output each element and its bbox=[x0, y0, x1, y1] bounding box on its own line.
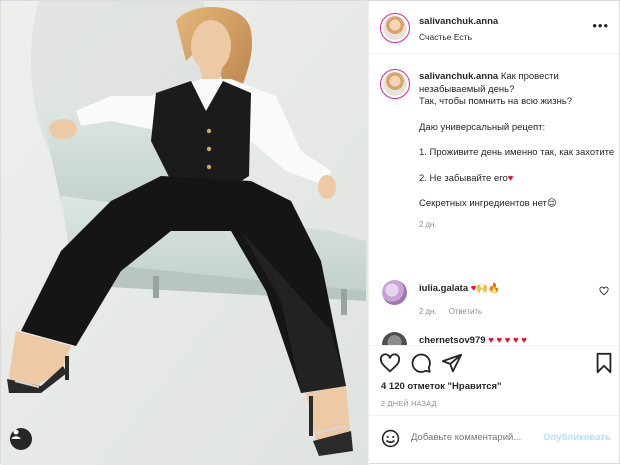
add-comment-bar: Опубликовать bbox=[369, 415, 620, 465]
post-date[interactable]: 2 ДНЕЙ НАЗАД bbox=[381, 399, 437, 408]
author-username[interactable]: salivanchuk.anna bbox=[419, 16, 498, 27]
share-icon[interactable] bbox=[441, 352, 463, 374]
reply-button[interactable]: Ответить bbox=[449, 307, 482, 316]
comment-text: chernetsov979 ♥ ♥ ♥ ♥ ♥ bbox=[419, 335, 527, 345]
publish-button[interactable]: Опубликовать bbox=[543, 432, 611, 443]
commenter-avatar[interactable] bbox=[382, 280, 407, 305]
post-photo[interactable] bbox=[1, 1, 368, 465]
relieved-face-emoji: 😌 bbox=[546, 197, 557, 209]
caption-line-10: Секретных ингредиентов нет😌 bbox=[419, 198, 619, 211]
comment-username[interactable]: iulia.galata bbox=[419, 283, 468, 294]
caption-time[interactable]: 2 дн. bbox=[419, 219, 619, 232]
comment-time[interactable]: 2 дн. bbox=[419, 307, 437, 316]
user-tag-button[interactable] bbox=[10, 428, 32, 450]
emoji-icon[interactable] bbox=[381, 429, 400, 448]
post-side-panel: salivanchuk.anna Счастье Есть ••• saliva… bbox=[368, 1, 620, 465]
likes-count[interactable]: 4 120 отметок "Нравится" bbox=[381, 381, 502, 392]
caption-body: salivanchuk.anna Как провести незабываем… bbox=[419, 71, 619, 231]
comment-icon[interactable] bbox=[410, 352, 432, 374]
caption-line-4: Даю универсальный рецепт: bbox=[419, 121, 546, 133]
post-location[interactable]: Счастье Есть bbox=[419, 32, 472, 42]
comment-input[interactable] bbox=[411, 432, 539, 443]
commenter-avatar[interactable] bbox=[382, 332, 407, 345]
comment-username[interactable]: chernetsov979 bbox=[419, 335, 486, 345]
comment-like-icon[interactable] bbox=[599, 286, 609, 296]
post-header: salivanchuk.anna Счастье Есть ••• bbox=[369, 1, 620, 54]
comment-text: iulia.galata ♥🙌🔥 bbox=[419, 283, 500, 294]
caption-line-2: Так, чтобы помнить на всю жизнь? bbox=[419, 96, 573, 108]
heart-emoji: ♥ bbox=[507, 172, 514, 184]
author-avatar[interactable] bbox=[380, 13, 410, 43]
instagram-post: salivanchuk.anna Счастье Есть ••• saliva… bbox=[0, 0, 620, 465]
like-icon[interactable] bbox=[379, 352, 401, 374]
comments-section[interactable]: salivanchuk.anna Как провести незабываем… bbox=[369, 55, 620, 345]
caption-line-8: 2. Не забывайте его♥ bbox=[419, 173, 619, 186]
post-actions: 4 120 отметок "Нравится" 2 ДНЕЙ НАЗАД bbox=[369, 345, 620, 415]
caption-line-8-text: 2. Не забывайте его bbox=[419, 172, 508, 184]
user-tag-icon bbox=[11, 429, 21, 439]
photo-illustration bbox=[1, 1, 368, 465]
save-icon[interactable] bbox=[593, 352, 615, 374]
caption-line-6: 1. Проживите день именно так, как захоти… bbox=[419, 147, 615, 159]
caption-avatar[interactable] bbox=[380, 69, 410, 99]
comment-meta: 2 дн. Ответить bbox=[419, 307, 482, 316]
comment-emojis: ♥🙌🔥 bbox=[470, 283, 501, 294]
comment-emojis: ♥ ♥ ♥ ♥ ♥ bbox=[488, 335, 527, 345]
caption-username[interactable]: salivanchuk.anna bbox=[419, 71, 498, 82]
more-icon[interactable]: ••• bbox=[592, 18, 609, 33]
caption-line-10-text: Секретных ингредиентов нет bbox=[419, 197, 547, 209]
